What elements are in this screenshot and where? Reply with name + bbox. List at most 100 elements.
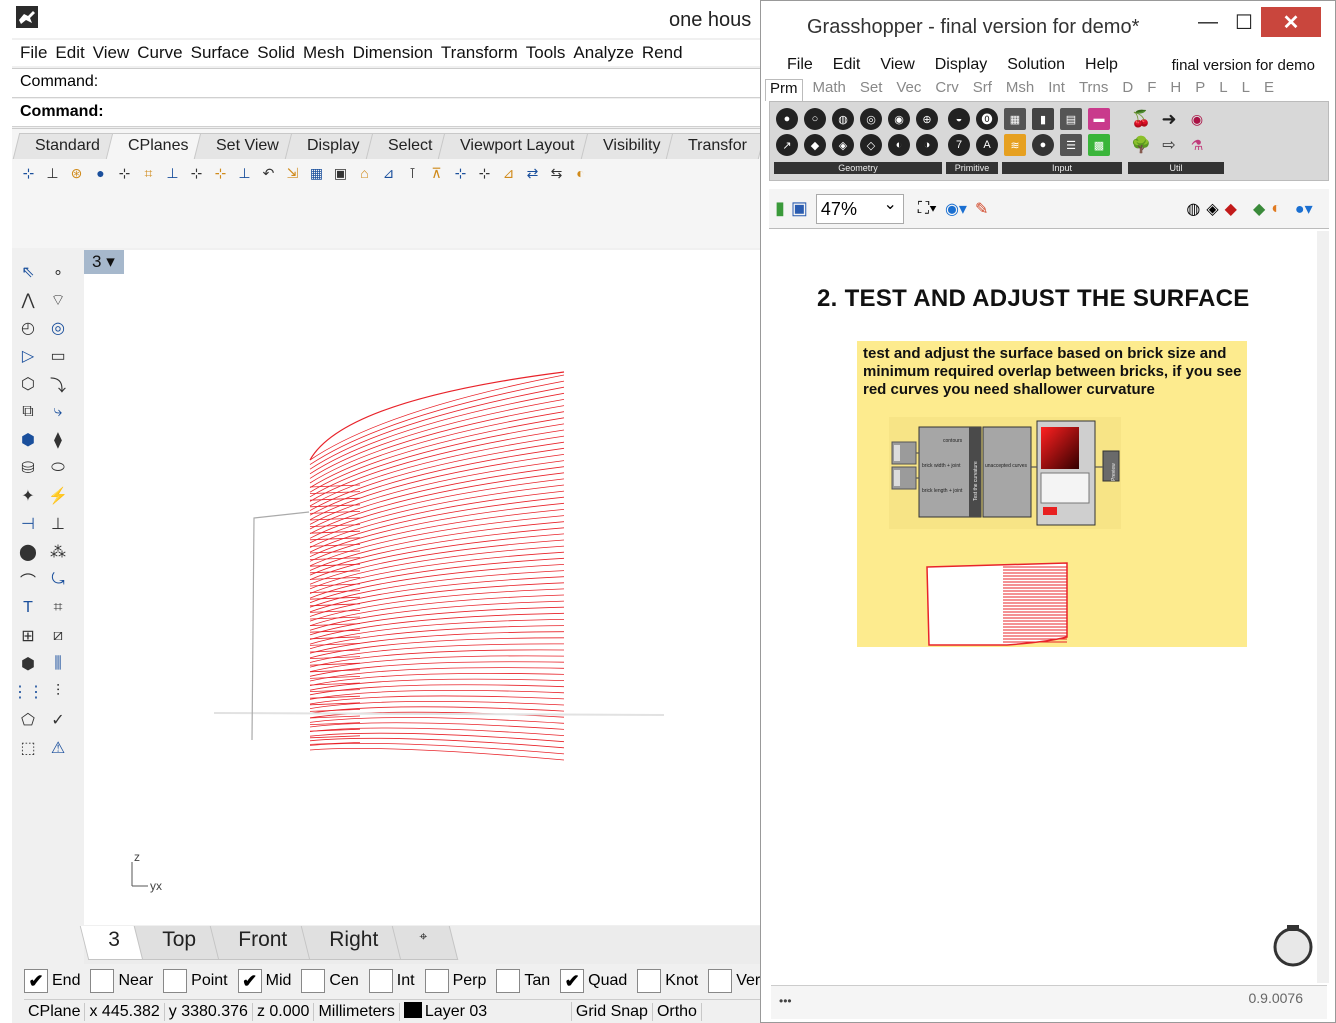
left-tool-17-0-icon[interactable]: ⬚ (16, 736, 40, 760)
menu-solid[interactable]: Solid (257, 43, 295, 63)
left-tool-11-0-icon[interactable]: ⌒ (16, 568, 40, 592)
osnap-mid[interactable]: ✔ Mid (237, 969, 291, 993)
left-tool-0-0-icon[interactable]: ⇖ (16, 260, 40, 284)
left-tool-0-1-icon[interactable]: ∘ (46, 260, 70, 284)
left-tool-10-0-icon[interactable]: ⬤ (16, 540, 40, 564)
display-preferences-icon[interactable]: ◐ (1271, 200, 1281, 218)
cplane-tool-16-icon[interactable]: ⊺ (402, 163, 423, 183)
category-tab-13[interactable]: L (1219, 79, 1227, 101)
osnap-int[interactable]: Int (368, 969, 415, 993)
osnap-checkbox[interactable] (708, 969, 733, 993)
menu-transform[interactable]: Transform (441, 43, 518, 63)
osnap-checkbox[interactable]: ✔ (24, 969, 48, 993)
osnap-cen[interactable]: Cen (301, 969, 359, 993)
tab-viewport-front[interactable]: Front (209, 926, 317, 960)
left-tool-3-1-icon[interactable]: ▭ (46, 344, 70, 368)
tab-viewport-layout[interactable]: Viewport Layout (437, 133, 593, 159)
output-component[interactable]: unaccepted curves (982, 426, 1032, 518)
cplane-tool-10-icon[interactable]: ↶ (258, 163, 279, 183)
tree-icon[interactable]: 🌳 (1130, 134, 1152, 156)
left-tool-7-0-icon[interactable]: ⛁ (16, 456, 40, 480)
osnap-checkbox[interactable] (368, 969, 393, 993)
image-sampler-icon[interactable]: ▩ (1088, 134, 1110, 156)
category-tab-0[interactable]: Prm (765, 79, 803, 101)
osnap-tan[interactable]: Tan (496, 969, 550, 993)
save-file-icon[interactable]: ▣ (791, 198, 808, 219)
tab-transform[interactable]: Transfor (665, 133, 766, 159)
left-tool-2-1-icon[interactable]: ◎ (46, 316, 70, 340)
menu-view[interactable]: View (93, 43, 130, 63)
cplane-tool-14-icon[interactable]: ⌂ (354, 163, 375, 183)
left-tool-15-1-icon[interactable]: ⫶ (46, 680, 70, 704)
cplane-tool-11-icon[interactable]: ⇲ (282, 163, 303, 183)
osnap-checkbox[interactable] (90, 969, 115, 993)
layer-status[interactable]: Layer 03 (400, 1002, 572, 1021)
cplane-tool-6-icon[interactable]: ⊥ (162, 163, 183, 183)
osnap-checkbox[interactable] (424, 969, 449, 993)
category-tab-10[interactable]: F (1147, 79, 1156, 101)
osnap-perp[interactable]: Perp (424, 969, 486, 993)
canvas-scrollbar[interactable] (1317, 231, 1329, 983)
osnap-checkbox[interactable] (637, 969, 662, 993)
left-tool-13-1-icon[interactable]: ⧄ (46, 624, 70, 648)
osnap-checkbox[interactable] (496, 969, 521, 993)
category-tab-11[interactable]: H (1170, 79, 1181, 101)
close-button[interactable]: ✕ (1261, 7, 1321, 37)
left-tool-14-0-icon[interactable]: ⬢ (16, 652, 40, 676)
category-tab-14[interactable]: L (1242, 79, 1250, 101)
menu-surface[interactable]: Surface (191, 43, 250, 63)
tab-visibility[interactable]: Visibility (580, 133, 679, 159)
left-tool-12-0-icon[interactable]: T (16, 596, 40, 620)
left-tool-5-1-icon[interactable]: ⤷ (46, 400, 70, 424)
osnap-checkbox[interactable] (163, 969, 188, 993)
cplane-tool-18-icon[interactable]: ⊹ (450, 163, 471, 183)
data-output-icon[interactable]: ➜ (1158, 108, 1180, 130)
input-stub-1[interactable] (891, 441, 917, 465)
left-tool-5-0-icon[interactable]: ⧉ (16, 400, 40, 424)
cplane-tool-12-icon[interactable]: ▦ (306, 163, 327, 183)
left-tool-6-1-icon[interactable]: ⧫ (46, 428, 70, 452)
left-tool-8-0-icon[interactable]: ✦ (16, 484, 40, 508)
menu-render[interactable]: Rend (642, 43, 683, 63)
osnap-point[interactable]: Point (163, 969, 228, 993)
osnap-quad[interactable]: ✔ Quad (560, 969, 627, 993)
left-tool-1-1-icon[interactable]: ⌔ (46, 288, 70, 312)
list-icon[interactable]: ☰ (1060, 134, 1082, 156)
left-tool-9-1-icon[interactable]: ⊥ (46, 512, 70, 536)
cplane-tool-7-icon[interactable]: ⊹ (186, 163, 207, 183)
left-tool-17-1-icon[interactable]: ⚠ (46, 736, 70, 760)
preview-selected-icon[interactable]: ◆ (1225, 199, 1237, 219)
tab-standard[interactable]: Standard (12, 133, 119, 159)
category-tab-4[interactable]: Crv (935, 79, 958, 101)
menu-file[interactable]: File (20, 43, 47, 63)
canvas-navigator-icon[interactable] (1271, 923, 1317, 969)
category-tab-12[interactable]: P (1195, 79, 1205, 101)
plane-param-icon[interactable]: ◆ (804, 134, 826, 156)
osnap-knot[interactable]: Knot (637, 969, 698, 993)
menu-dimension[interactable]: Dimension (353, 43, 433, 63)
perspective-viewport[interactable]: 3 ▾ z yx (84, 250, 772, 925)
cplane-tool-23-icon[interactable]: ◐ (570, 163, 591, 183)
left-tool-2-0-icon[interactable]: ◴ (16, 316, 40, 340)
preview-component[interactable]: Preview (1102, 450, 1120, 482)
left-tool-16-0-icon[interactable]: ⬠ (16, 708, 40, 732)
gh-menu-solution[interactable]: Solution (1007, 56, 1065, 74)
category-tab-15[interactable]: E (1264, 79, 1274, 101)
document-name[interactable]: final version for demo (1172, 57, 1315, 74)
data-input-icon[interactable]: ⇨ (1158, 134, 1180, 156)
box-param-icon[interactable]: ◇ (860, 134, 882, 156)
gh-menu-view[interactable]: View (880, 56, 914, 74)
preview-wireframe-icon[interactable]: ◍ (1186, 199, 1200, 219)
named-views-icon[interactable]: ◉▾ (945, 199, 967, 219)
left-tool-8-1-icon[interactable]: ⚡ (46, 484, 70, 508)
cplane-tool-1-icon[interactable]: ⊥ (42, 163, 63, 183)
rhino-logo-icon[interactable] (16, 6, 38, 28)
flask-icon[interactable]: ⚗ (1186, 134, 1208, 156)
gradient-icon[interactable]: ▬ (1088, 108, 1110, 130)
cplane-tool-0-icon[interactable]: ⊹ (18, 163, 39, 183)
sketch-icon[interactable]: ✎ (975, 199, 988, 219)
preview-mesh-quality-icon[interactable]: ◆ (1253, 199, 1265, 219)
category-tab-7[interactable]: Int (1048, 79, 1065, 101)
point-param-icon[interactable]: ● (776, 108, 798, 130)
cplane-tool-2-icon[interactable]: ⊛ (66, 163, 87, 183)
